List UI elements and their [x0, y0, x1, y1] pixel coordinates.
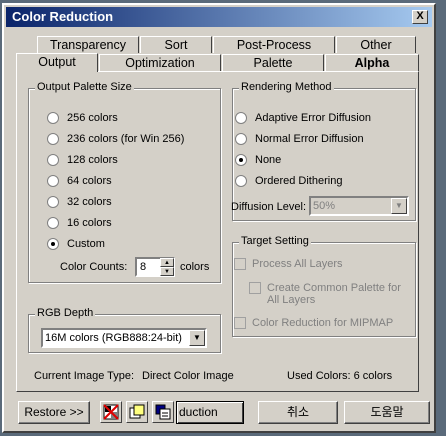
radio-236-colors[interactable]: 236 colors (for Win 256) [47, 132, 184, 146]
radio-normal-error-diffusion[interactable]: Normal Error Diffusion [235, 132, 364, 146]
output-tab-panel: Output Palette Size 256 colors 236 color… [16, 71, 419, 392]
radio-circle [235, 175, 247, 187]
radio-ordered-dithering[interactable]: Ordered Dithering [235, 174, 342, 188]
window-title: Color Reduction [12, 9, 114, 24]
stepper-up-icon[interactable]: ▲ [160, 258, 174, 267]
tab-output[interactable]: Output [16, 53, 98, 72]
tab-sort[interactable]: Sort [140, 36, 212, 53]
chevron-down-icon: ▼ [391, 198, 407, 214]
rgb-depth-title: RGB Depth [35, 307, 96, 319]
rendering-method-title: Rendering Method [239, 81, 334, 93]
checkbox-box [234, 317, 246, 329]
no-palette-icon [103, 404, 119, 420]
cancel-button[interactable]: 취소 [258, 401, 338, 424]
tab-alpha[interactable]: Alpha [325, 54, 419, 71]
process-all-layers-checkbox[interactable]: Process All Layers [234, 258, 342, 270]
radio-adaptive-error-diffusion[interactable]: Adaptive Error Diffusion [235, 111, 371, 125]
radio-128-colors[interactable]: 128 colors [47, 153, 118, 167]
image-layers-icon [155, 404, 171, 420]
radio-circle [47, 175, 59, 187]
copy-image-button[interactable] [126, 401, 148, 423]
image-type-label: Current Image Type: [34, 370, 135, 382]
checkbox-box [234, 258, 246, 270]
color-reduction-dialog: Color Reduction X Transparency Sort Post… [2, 3, 436, 433]
diffusion-level-select: 50% ▼ [309, 196, 409, 216]
radio-custom[interactable]: Custom [47, 237, 105, 251]
tab-palette[interactable]: Palette [222, 54, 324, 71]
layers-button[interactable] [152, 401, 174, 423]
radio-16-colors[interactable]: 16 colors [47, 216, 112, 230]
tab-transparency[interactable]: Transparency [37, 36, 139, 53]
image-type-value: Direct Color Image [142, 370, 234, 382]
rgb-depth-select[interactable]: 16M colors (RGB888:24-bit) ▼ [41, 328, 207, 348]
radio-circle [47, 133, 59, 145]
radio-circle [47, 112, 59, 124]
tab-post-process[interactable]: Post-Process [213, 36, 335, 53]
radio-circle [235, 112, 247, 124]
title-bar: Color Reduction X [6, 7, 432, 27]
radio-64-colors[interactable]: 64 colors [47, 174, 112, 188]
tab-optimization[interactable]: Optimization [99, 54, 221, 71]
help-button[interactable]: 도움말 [344, 401, 430, 424]
mipmap-checkbox[interactable]: Color Reduction for MIPMAP [234, 317, 393, 329]
radio-circle-selected [47, 238, 59, 250]
colors-suffix: colors [180, 261, 210, 273]
tab-other[interactable]: Other [336, 36, 416, 53]
radio-circle [47, 154, 59, 166]
no-palette-button[interactable] [100, 401, 122, 423]
checkbox-box [249, 282, 261, 294]
radio-256-colors[interactable]: 256 colors [47, 111, 118, 125]
diffusion-level-label: Diffusion Level: [231, 201, 307, 213]
radio-circle-selected [235, 154, 247, 166]
color-counts-stepper[interactable]: ▲ ▼ [160, 258, 174, 276]
radio-circle [47, 196, 59, 208]
radio-none[interactable]: None [235, 153, 281, 167]
close-button[interactable]: X [412, 10, 428, 24]
used-colors-text: Used Colors: 6 colors [287, 370, 393, 382]
target-setting-title: Target Setting [239, 235, 311, 247]
color-counts-label: Color Counts: [60, 261, 128, 273]
common-palette-checkbox[interactable]: Create Common Palette for All Layers [249, 282, 409, 306]
radio-circle [235, 133, 247, 145]
chevron-down-icon[interactable]: ▼ [189, 330, 205, 346]
radio-32-colors[interactable]: 32 colors [47, 195, 112, 209]
stepper-down-icon[interactable]: ▼ [160, 267, 174, 276]
output-palette-size-title: Output Palette Size [35, 81, 134, 93]
restore-button[interactable]: Restore >> [18, 401, 90, 424]
reduction-button[interactable]: duction [176, 401, 244, 424]
image-copy-icon [129, 404, 145, 419]
radio-circle [47, 217, 59, 229]
